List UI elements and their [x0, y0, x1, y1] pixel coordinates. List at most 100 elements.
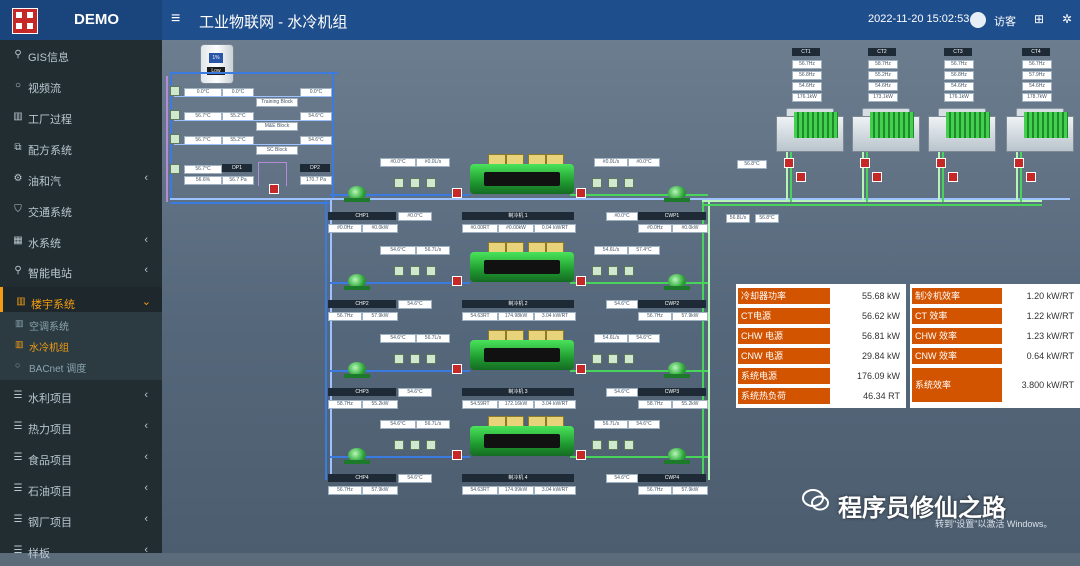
valve-icon[interactable]	[576, 450, 586, 460]
chiller-unit-1[interactable]	[470, 154, 574, 194]
chw-pump-3[interactable]	[344, 360, 370, 378]
valve-icon[interactable]	[784, 158, 794, 168]
valve-icon[interactable]	[796, 172, 806, 182]
chiller-unit-2[interactable]	[470, 242, 574, 282]
cw-pump-2[interactable]	[664, 272, 690, 290]
chevron-left-icon[interactable]: ‹	[144, 544, 148, 556]
chw-pump-temp: 54.6°C	[398, 300, 432, 309]
chw-pump-4[interactable]	[344, 446, 370, 464]
chevron-left-icon[interactable]: ‹	[144, 420, 148, 432]
dp1-value-2: 56.6%	[184, 176, 222, 185]
chiller-4-top-temp: 54.6°C	[380, 420, 416, 429]
valve-icon[interactable]	[269, 184, 279, 194]
valve-icon[interactable]	[576, 364, 586, 374]
chevron-left-icon[interactable]: ‹	[144, 513, 148, 525]
sensor-icon	[608, 440, 618, 450]
sidebar-item-9[interactable]: ☰ 水利项目 ‹	[0, 381, 162, 411]
chevron-left-icon[interactable]: ‹	[144, 234, 148, 246]
cooling-tower-2[interactable]	[852, 108, 920, 152]
chevron-left-icon[interactable]: ‹	[144, 264, 148, 276]
sidebar-item-2[interactable]: ▥ 工厂过程	[0, 102, 162, 132]
sidebar-item-0[interactable]: ⚲ GIS信息	[0, 40, 162, 70]
valve-icon[interactable]	[452, 450, 462, 460]
sidebar-item-14[interactable]: ☰ 样板 ‹	[0, 536, 162, 566]
chevron-left-icon[interactable]: ‹	[144, 389, 148, 401]
kpi-label: 系统效率	[912, 368, 1002, 402]
sensor-icon	[410, 178, 420, 188]
valve-icon[interactable]	[860, 158, 870, 168]
sidebar-item-5[interactable]: ⛉ 交通系统	[0, 195, 162, 225]
gear-icon[interactable]: ✲	[1062, 12, 1072, 26]
submenu-item-1[interactable]: ▥ 水冷机组	[0, 335, 162, 355]
sensor-icon	[624, 178, 634, 188]
kpi-label: CNW 效率	[912, 348, 1002, 364]
valve-icon[interactable]	[452, 364, 462, 374]
valve-icon[interactable]	[948, 172, 958, 182]
cw-pump-label: CWP1	[638, 212, 706, 220]
chiller-1-top-temp: #0.0°C	[380, 158, 416, 167]
cooling-tower-1[interactable]	[776, 108, 844, 152]
valve-icon[interactable]	[452, 276, 462, 286]
valve-icon[interactable]	[1014, 158, 1024, 168]
chevron-left-icon[interactable]: ‹	[144, 451, 148, 463]
cw-pump-3[interactable]	[664, 360, 690, 378]
pump-base	[344, 460, 370, 464]
branch-pipe	[174, 144, 330, 145]
cw-pump-4[interactable]	[664, 446, 690, 464]
sidebar-item-3[interactable]: ⧉ 配方系统	[0, 133, 162, 163]
chevron-left-icon[interactable]: ‹	[144, 482, 148, 494]
chevron-down-icon[interactable]: ⌄	[142, 295, 151, 308]
chiller-4-cw-flow: 56.7L/s	[594, 420, 628, 429]
sidebar-item-6[interactable]: ▦ 水系统 ‹	[0, 226, 162, 256]
sensor-icon	[592, 354, 602, 364]
sidebar-item-label: 智能电站	[28, 268, 72, 280]
sidebar-item-1[interactable]: ○ 视频流	[0, 71, 162, 101]
chiller-1-cw-temp: #0.0°C	[628, 158, 660, 167]
sidebar-item-4[interactable]: ⚙ 油和汽 ‹	[0, 164, 162, 194]
valve-icon[interactable]	[452, 188, 462, 198]
chiller-display	[484, 260, 560, 274]
chw-pump-1[interactable]	[344, 184, 370, 202]
chiller-1-top-flow: #0.0L/s	[416, 158, 450, 167]
chw-pump-temp: #0.0°C	[398, 212, 432, 221]
chw-pump-2[interactable]	[344, 272, 370, 290]
submenu-item-label: BACnet 调度	[29, 364, 87, 375]
hamburger-icon[interactable]: ≡	[171, 10, 180, 28]
datetime-display: 2022-11-20 15:02:53	[868, 13, 970, 25]
expansion-tank[interactable]: 1% Low	[200, 44, 234, 84]
submenu-item-2[interactable]: ○ BACnet 调度	[0, 356, 162, 376]
chiller-unit-3[interactable]	[470, 330, 574, 370]
tower-fill	[794, 112, 838, 138]
pump-base	[344, 198, 370, 202]
sliders-icon: ☰	[13, 514, 23, 525]
valve-icon[interactable]	[936, 158, 946, 168]
sidebar-item-11[interactable]: ☰ 食品项目 ‹	[0, 443, 162, 473]
cw-pump-1[interactable]	[664, 184, 690, 202]
kpi-value: 176.09 kW	[834, 368, 904, 384]
chevron-left-icon[interactable]: ‹	[144, 172, 148, 184]
avatar[interactable]	[970, 12, 986, 28]
logo-area[interactable]: DEMO	[0, 0, 162, 40]
cubes-icon: ⧉	[14, 142, 22, 153]
chiller-unit-4[interactable]	[470, 416, 574, 456]
tower-pipe	[790, 146, 792, 202]
valve-icon[interactable]	[576, 276, 586, 286]
sidebar-item-12[interactable]: ☰ 石油项目 ‹	[0, 474, 162, 504]
user-name[interactable]: 访客	[994, 13, 1016, 29]
sidebar-item-13[interactable]: ☰ 钢厂项目 ‹	[0, 505, 162, 535]
chiller-2-cw-temp: 57.4°C	[628, 246, 660, 255]
valve-icon[interactable]	[576, 188, 586, 198]
sidebar-item-10[interactable]: ☰ 热力项目 ‹	[0, 412, 162, 442]
valve-icon[interactable]	[872, 172, 882, 182]
chiller-body	[470, 426, 574, 456]
layout-icon[interactable]: ⊞	[1034, 12, 1044, 26]
cw-pump-temp: 54.6°C	[606, 388, 638, 397]
valve-icon[interactable]	[1026, 172, 1036, 182]
sidebar-item-label: 交通系统	[28, 207, 72, 219]
dp1-value-3: 56.7 Pa	[222, 176, 254, 185]
cooling-tower-4[interactable]	[1006, 108, 1074, 152]
chiller-plant-diagram: 1% Low 0.0°C 0.0°C Training Block 0.0°C 56.7…	[162, 40, 1080, 553]
submenu-item-0[interactable]: ▥ 空调系统	[0, 314, 162, 334]
sidebar-item-7[interactable]: ⚲ 智能电站 ‹	[0, 256, 162, 286]
cooling-tower-3[interactable]	[928, 108, 996, 152]
